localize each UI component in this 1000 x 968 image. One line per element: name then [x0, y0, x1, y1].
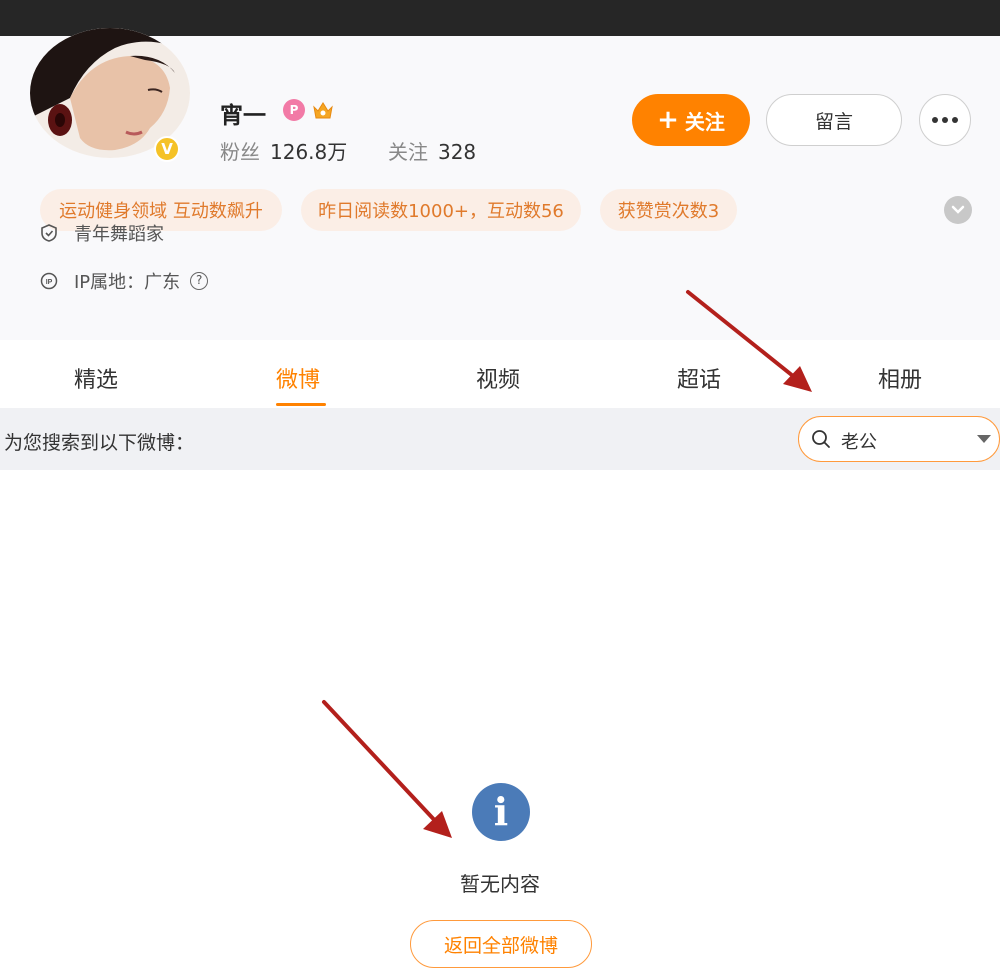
search-caption: 为您搜索到以下微博：	[4, 432, 195, 454]
active-tab-indicator	[276, 403, 326, 406]
profile-stats: 粉丝 126.8万 关注 328	[220, 136, 476, 165]
info-title: 青年舞蹈家	[74, 224, 164, 245]
fans-count[interactable]: 126.8万	[270, 140, 347, 164]
message-button[interactable]: 留言	[766, 94, 902, 146]
fans-label: 粉丝	[220, 140, 260, 164]
top-dark-banner	[0, 0, 1000, 36]
tab-video[interactable]: 视频	[476, 362, 520, 394]
help-icon[interactable]: ?	[190, 272, 209, 290]
following-count[interactable]: 328	[438, 140, 476, 164]
svg-text:IP: IP	[46, 279, 53, 286]
following-label: 关注	[387, 140, 428, 164]
tab-weibo[interactable]: 微博	[276, 362, 320, 394]
more-icon[interactable]	[919, 94, 971, 146]
profile-header: V 宵一 P 粉丝 126.8万 关注 328 + 关注 留言 运动健身领域 互动数…	[0, 28, 1000, 340]
back-to-all-button[interactable]: 返回全部微博	[410, 920, 592, 968]
profile-tabs: 精选 微博 视频 超话 相册	[0, 340, 1000, 408]
empty-message: 暂无内容	[460, 872, 540, 896]
search-result-bar: 为您搜索到以下微博： 老公	[0, 408, 1000, 470]
crown-badge-icon[interactable]	[311, 99, 335, 121]
ip-location: IP属地：广东	[74, 272, 181, 293]
shield-icon	[41, 224, 57, 242]
search-value: 老公	[841, 432, 877, 453]
ip-icon: IP	[40, 272, 58, 290]
verified-badge-icon: V	[154, 136, 180, 162]
tab-album[interactable]: 相册	[878, 362, 922, 394]
search-input[interactable]: 老公	[798, 416, 1000, 462]
search-icon	[812, 430, 830, 448]
info-ip-row: IP IP属地：广东 ?	[40, 268, 209, 294]
tag-item[interactable]: 昨日阅读数1000+，互动数56	[301, 189, 581, 231]
svip-badge-icon[interactable]: P	[283, 99, 305, 121]
tab-supertopic[interactable]: 超话	[677, 362, 721, 394]
tag-item[interactable]: 获赞赏次数3	[600, 189, 737, 231]
dropdown-caret-icon[interactable]	[977, 435, 991, 443]
profile-name: 宵一	[220, 103, 266, 129]
tab-featured[interactable]: 精选	[74, 362, 118, 394]
follow-button[interactable]: + 关注	[632, 94, 750, 146]
info-title-row: 青年舞蹈家	[40, 220, 164, 246]
follow-button-label: 关注	[684, 109, 725, 134]
plus-icon: +	[657, 105, 679, 135]
info-icon: i	[472, 783, 530, 841]
expand-chevron-icon[interactable]	[944, 196, 972, 224]
